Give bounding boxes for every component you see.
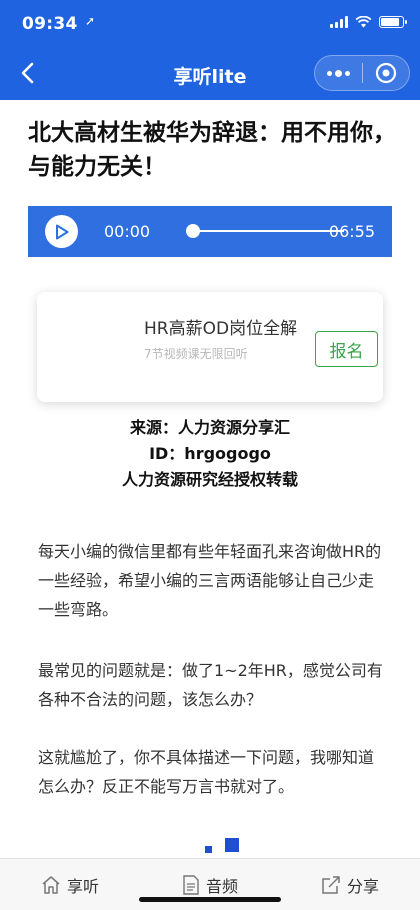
document-icon [183, 875, 199, 895]
tab-home[interactable]: 享听 [41, 873, 99, 897]
current-time: 00:00 [104, 222, 151, 241]
paragraph: 最常见的问题就是：做了1~2年HR，感觉公司有各种不合法的问题，该怎么办？ [38, 661, 383, 709]
tab-home-label: 享听 [67, 877, 100, 896]
status-time: 09:34 [22, 14, 78, 34]
signal-icon [330, 16, 348, 28]
tab-audio-label: 音频 [206, 877, 239, 896]
location-icon: ➚ [85, 14, 96, 28]
paragraph: 每天小编的微信里都有些年轻面孔来咨询做HR的一些经验，希望小编的三言两语能够让自… [38, 542, 382, 619]
source-line: 来源：人力资源分享汇 [129, 418, 290, 437]
source-reprint: 人力资源研究经授权转载 [121, 470, 298, 489]
home-indicator [139, 897, 281, 902]
progress-track[interactable] [190, 230, 344, 232]
course-title: HR高薪OD岗位全解 [144, 319, 298, 339]
status-bar: 09:34 ➚ [0, 0, 420, 48]
tab-share[interactable]: 分享 [321, 873, 379, 897]
signup-button[interactable]: 报名 [315, 331, 378, 367]
play-button[interactable] [45, 215, 78, 248]
paragraph: 这就尴尬了，你不具体描述一下问题，我哪知道怎么办？反正不能写万言书就对了。 [38, 748, 375, 796]
tab-bar: 享听 音频 分享 [0, 858, 420, 910]
more-button[interactable] [315, 56, 362, 90]
tab-share-label: 分享 [347, 877, 380, 896]
target-close-icon [375, 62, 397, 84]
more-dot-icon [345, 70, 350, 76]
more-dot-icon [335, 69, 342, 77]
nav-bar: 享听lite [0, 50, 420, 96]
more-dot-icon [327, 70, 332, 76]
total-time: 06:55 [328, 222, 375, 241]
mini-program-capsule [314, 55, 410, 91]
home-icon [42, 876, 60, 894]
wifi-icon [355, 16, 372, 28]
battery-icon [379, 16, 407, 28]
share-icon [322, 876, 340, 894]
article-title: 北大高材生被华为辞退：用不用你，与能力无关！ [28, 120, 396, 180]
play-icon [55, 224, 68, 239]
course-card[interactable]: HR高薪OD岗位全解 7节视频课无限回听 报名 [37, 292, 383, 402]
tab-audio[interactable]: 音频 [182, 873, 238, 897]
source-id: ID：hrgogogo [149, 444, 271, 463]
progress-knob[interactable] [186, 224, 200, 238]
app-header: 09:34 ➚ 享听lite [0, 0, 420, 100]
status-indicators [330, 16, 407, 28]
course-subtitle: 7节视频课无限回听 [144, 347, 248, 361]
audio-player: 00:00 06:55 [28, 206, 392, 257]
close-mini-program-button[interactable] [363, 56, 409, 90]
